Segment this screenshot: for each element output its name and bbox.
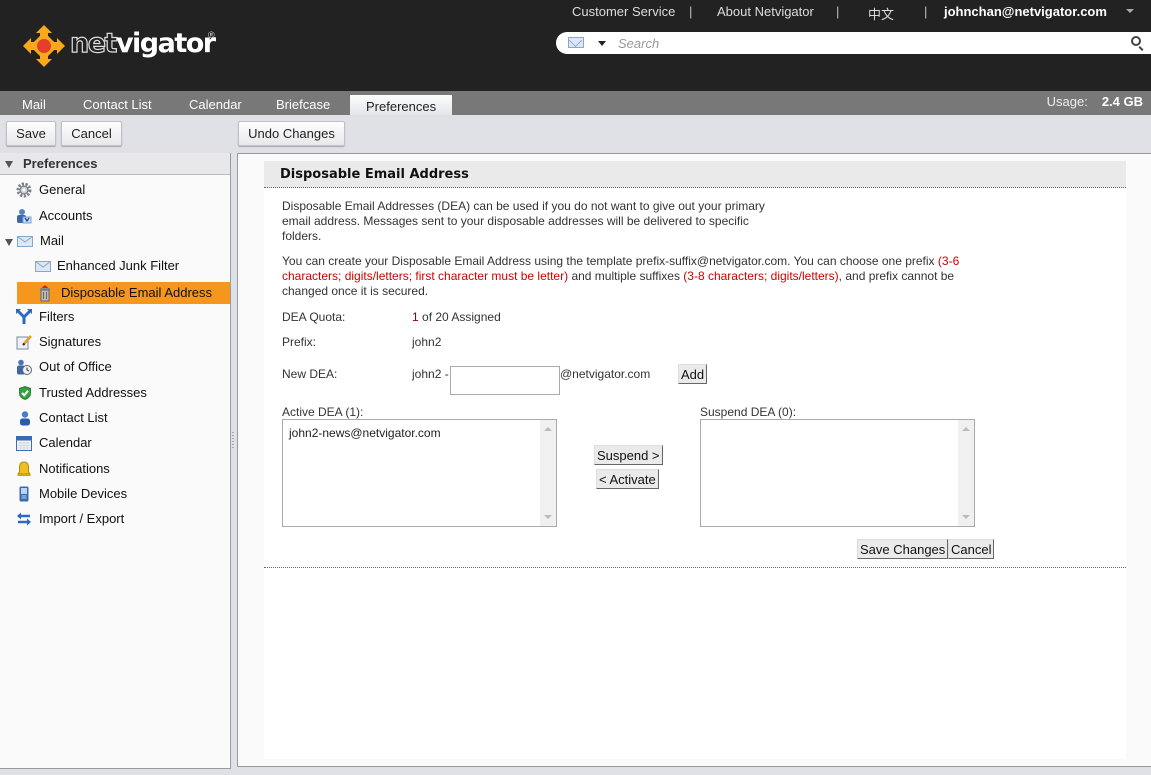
logo-mark-icon [23,25,65,67]
main-content: Disposable Email Address Disposable Emai… [237,153,1151,767]
registered-mark: ® [208,30,215,40]
usage-label: Usage: [1046,94,1088,109]
main-tabs: Mail Contact List Calendar Briefcase Pre… [0,91,1151,115]
new-dea-label: New DEA: [282,367,338,381]
sidebar-item-general[interactable]: General [0,179,230,201]
sidebar-item-mail[interactable]: Mail [0,230,230,252]
sidebar-item-trusted-addresses[interactable]: Trusted Addresses [0,382,230,404]
scroll-down-icon[interactable] [544,515,552,519]
search-scope-dropdown-icon[interactable] [598,41,606,46]
separator: | [924,4,928,19]
scroll-up-icon[interactable] [544,427,552,431]
sidebar-item-enhanced-junk-filter[interactable]: Enhanced Junk Filter [0,255,230,277]
scroll-up-icon[interactable] [962,427,970,431]
suspend-button[interactable]: Suspend > [594,445,663,465]
scrollbar[interactable] [958,420,974,526]
sidebar-header[interactable]: Preferences [0,153,230,175]
sidebar-item-signatures[interactable]: Signatures [0,331,230,353]
mail-icon [17,236,33,247]
prefix-rule: (3-6 [937,254,960,268]
search-input[interactable] [618,34,1118,52]
tab-preferences[interactable]: Preferences [350,95,453,115]
prefix-value: john2 [412,335,442,349]
save-button[interactable]: Save [6,121,56,146]
prefix-rule: characters; digits/letters; first charac… [282,269,569,283]
suffix-rule: (3-8 characters; digits/letters) [683,269,839,283]
new-dea-domain: @netvigator.com [560,367,651,381]
accounts-icon [17,209,32,224]
sidebar-item-notifications[interactable]: Notifications [0,458,230,480]
add-dea-button[interactable]: Add [678,364,708,384]
preferences-sidebar: Preferences General Accounts Mail Enhanc… [0,153,231,769]
user-account-menu[interactable]: johnchan@netvigator.com [944,4,1107,19]
active-dea-list[interactable]: john2-news@netvigator.com [282,419,557,527]
separator: | [836,4,840,19]
chevron-down-icon[interactable] [1126,9,1134,13]
panel-title: Disposable Email Address [264,161,1126,188]
logo-wordmark: netvigator [69,27,216,59]
sidebar-resize-handle[interactable] [231,430,235,452]
tab-mail[interactable]: Mail [22,95,46,115]
collapse-icon[interactable] [5,161,13,168]
scroll-down-icon[interactable] [962,515,970,519]
new-dea-suffix-input[interactable] [450,366,560,395]
suspend-dea-label: Suspend DEA (0): [700,405,797,419]
usage-value: 2.4 GB [1101,94,1143,109]
activate-button[interactable]: < Activate [596,469,659,489]
gear-icon [16,182,32,198]
suspend-dea-list[interactable] [700,419,975,527]
sidebar-item-import-export[interactable]: Import / Export [0,508,230,530]
prefix-label: Prefix: [282,335,317,349]
sidebar-item-disposable-email-address[interactable]: Disposable Email Address [17,282,230,304]
bell-icon [17,461,31,476]
mail-icon[interactable] [568,37,584,48]
out-of-office-icon [17,359,32,375]
sidebar-item-out-of-office[interactable]: Out of Office [0,356,230,378]
trash-icon [40,285,50,302]
cancel-changes-button[interactable]: Cancel [948,539,995,559]
intro-text: Disposable Email Addresses (DEA) can be … [282,199,765,243]
active-dea-label: Active DEA (1): [282,405,364,419]
undo-changes-button[interactable]: Undo Changes [238,121,345,146]
sidebar-item-accounts[interactable]: Accounts [0,205,230,227]
netvigator-logo[interactable]: netvigator ® [22,24,222,68]
import-export-icon [17,512,31,526]
search-icon[interactable] [1131,36,1141,46]
save-changes-button[interactable]: Save Changes [857,539,949,559]
sidebar-item-mobile-devices[interactable]: Mobile Devices [0,483,230,505]
tab-briefcase[interactable]: Briefcase [276,95,330,115]
sidebar-title: Preferences [23,156,98,171]
mobile-icon [19,486,29,502]
filter-icon [16,309,32,324]
cancel-button[interactable]: Cancel [61,121,122,146]
customer-service-link[interactable]: Customer Service [572,4,675,19]
tab-contact-list[interactable]: Contact List [83,95,152,115]
signature-icon [16,335,32,350]
sidebar-item-calendar[interactable]: Calendar [0,432,230,454]
expand-icon[interactable] [5,239,13,246]
search-bar [556,32,1151,54]
sidebar-item-contact-list[interactable]: Contact List [0,407,230,429]
sidebar-item-filters[interactable]: Filters [0,306,230,328]
about-netvigator-link[interactable]: About Netvigator [717,4,814,19]
app-header: netvigator ® Customer Service | About Ne… [0,0,1151,91]
dea-panel: Disposable Email Address Disposable Emai… [264,161,1126,759]
dea-quota-value: 1 of 20 Assigned [412,310,501,324]
list-item[interactable]: john2-news@netvigator.com [289,426,441,440]
tab-calendar[interactable]: Calendar [189,95,242,115]
divider [264,567,1126,568]
shield-check-icon [19,386,31,400]
scrollbar[interactable] [540,420,556,526]
storage-usage: Usage: 2.4 GB [1047,94,1143,109]
contact-icon [20,411,30,426]
language-link[interactable]: 中文 [868,4,894,23]
new-dea-prefix: john2 - [412,367,449,381]
mail-icon [35,261,51,272]
calendar-icon [16,436,32,451]
dea-quota-label: DEA Quota: [282,310,346,324]
separator: | [689,4,693,19]
rules-text: You can create your Disposable Email Add… [282,254,960,298]
